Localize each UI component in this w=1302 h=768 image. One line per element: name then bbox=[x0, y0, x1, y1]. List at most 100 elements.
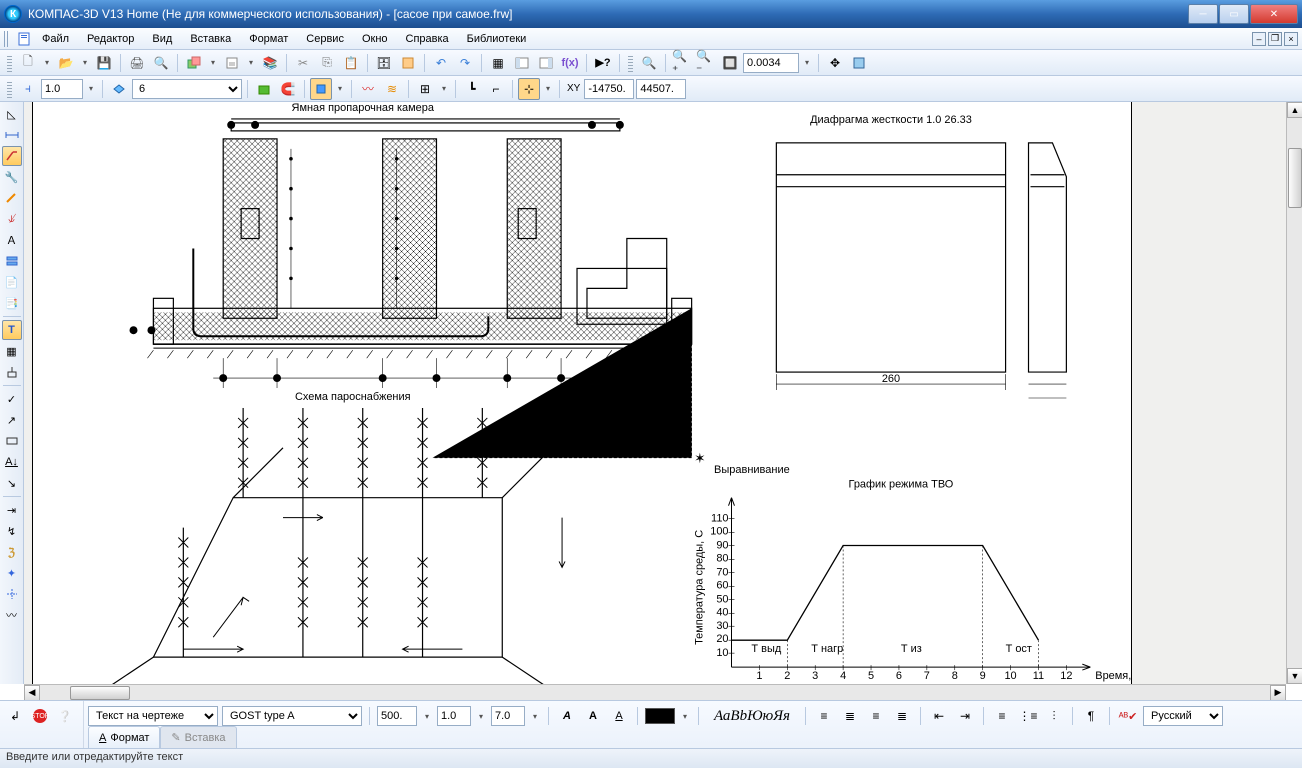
ortho-button[interactable]: ⫞ bbox=[17, 78, 39, 100]
drawing-canvas[interactable]: Ямная пропарочная камера bbox=[24, 102, 1302, 684]
layer-select[interactable]: 6 bbox=[132, 79, 242, 99]
arrow-icon[interactable]: ↘ bbox=[2, 473, 22, 493]
grip-icon[interactable] bbox=[7, 54, 12, 72]
grid-button[interactable]: ▦ bbox=[487, 52, 509, 74]
mdi-minimize[interactable]: – bbox=[1252, 32, 1266, 46]
redo-button[interactable]: ↷ bbox=[454, 52, 476, 74]
undo-button[interactable]: ↶ bbox=[430, 52, 452, 74]
base-tool-icon[interactable] bbox=[2, 362, 22, 382]
param-button[interactable]: ≋ bbox=[381, 78, 403, 100]
round-toggle[interactable]: ⌐ bbox=[485, 78, 507, 100]
font-select[interactable]: GOST type A bbox=[222, 706, 362, 726]
rough-icon[interactable]: ✓ bbox=[2, 389, 22, 409]
height-input[interactable] bbox=[491, 706, 525, 726]
zoom-in-button[interactable]: 🔍⁺ bbox=[671, 52, 693, 74]
modif-icon[interactable]: A↓ bbox=[2, 452, 22, 472]
save-button[interactable]: 💾 bbox=[93, 52, 115, 74]
copy-button[interactable]: ⎘ bbox=[316, 52, 338, 74]
bold-button[interactable]: A bbox=[556, 705, 578, 727]
library-button[interactable]: 📚 bbox=[259, 52, 281, 74]
properties-button[interactable]: 🗄 bbox=[373, 52, 395, 74]
indent-right-button[interactable]: ⇥ bbox=[954, 705, 976, 727]
lang-select[interactable]: Русский bbox=[1143, 706, 1223, 726]
new-button[interactable]: 🗋 bbox=[17, 52, 39, 74]
spec-icon[interactable]: 📄 bbox=[2, 272, 22, 292]
variables-button[interactable]: f(x) bbox=[559, 52, 581, 74]
cut-button[interactable]: ✂ bbox=[292, 52, 314, 74]
designations-icon[interactable] bbox=[2, 146, 22, 166]
open-dropdown[interactable]: ▾ bbox=[79, 58, 91, 67]
grip-icon[interactable] bbox=[7, 80, 12, 98]
scroll-down-icon[interactable]: ▼ bbox=[1287, 668, 1302, 684]
tab-insert[interactable]: ✎ Вставка bbox=[160, 726, 236, 748]
menu-window[interactable]: Окно bbox=[354, 31, 396, 47]
spellcheck-button[interactable]: ᴬᴮ✔ bbox=[1117, 705, 1139, 727]
refresh-button[interactable] bbox=[848, 52, 870, 74]
construction-icon[interactable]: 🔧 bbox=[2, 167, 22, 187]
list-bullet-button[interactable]: ⋮≡ bbox=[1017, 705, 1039, 727]
menu-help[interactable]: Справка bbox=[398, 31, 457, 47]
open-button[interactable]: 📂 bbox=[55, 52, 77, 74]
sheet-button[interactable] bbox=[221, 52, 243, 74]
grip-icon[interactable] bbox=[628, 54, 633, 72]
align-center-button[interactable]: ≣ bbox=[839, 705, 861, 727]
layer-state-button[interactable] bbox=[108, 78, 130, 100]
menu-format[interactable]: Формат bbox=[241, 31, 296, 47]
snap-button[interactable] bbox=[310, 78, 332, 100]
menu-file[interactable]: Файл bbox=[34, 31, 77, 47]
reports-icon[interactable]: 📑 bbox=[2, 293, 22, 313]
preview-button[interactable]: 🔍 bbox=[150, 52, 172, 74]
brand-icon[interactable] bbox=[2, 431, 22, 451]
cutline-icon[interactable]: ⇥ bbox=[2, 500, 22, 520]
menu-insert[interactable]: Вставка bbox=[182, 31, 239, 47]
zoom-step-input[interactable] bbox=[743, 53, 799, 73]
italic-button[interactable]: A bbox=[582, 705, 604, 727]
text-color-swatch[interactable] bbox=[645, 708, 675, 724]
select-button[interactable] bbox=[397, 52, 419, 74]
text-tool-icon[interactable]: T bbox=[2, 320, 22, 340]
scroll-thumb[interactable] bbox=[70, 686, 130, 700]
measure-icon[interactable]: Ａ bbox=[2, 230, 22, 250]
color-button[interactable] bbox=[253, 78, 275, 100]
geometry-icon[interactable]: ◺ bbox=[2, 104, 22, 124]
lineweight-input[interactable] bbox=[41, 79, 83, 99]
viewarrow-icon[interactable]: ↯ bbox=[2, 521, 22, 541]
wave-icon[interactable]: 〰 bbox=[2, 605, 22, 625]
panel1-button[interactable] bbox=[511, 52, 533, 74]
zoom-out-button[interactable]: 🔍⁻ bbox=[695, 52, 717, 74]
coord-x-input[interactable] bbox=[584, 79, 634, 99]
doc-icon[interactable] bbox=[16, 31, 32, 47]
coord-y-input[interactable] bbox=[636, 79, 686, 99]
scroll-up-icon[interactable]: ▲ bbox=[1287, 102, 1302, 118]
print-button[interactable]: 🖨 bbox=[126, 52, 148, 74]
panel2-button[interactable] bbox=[535, 52, 557, 74]
align-justify-button[interactable]: ≣ bbox=[891, 705, 913, 727]
horizontal-scrollbar[interactable]: ◀ ▶ bbox=[24, 684, 1286, 700]
list-misc-button[interactable]: ⫶ bbox=[1043, 705, 1065, 727]
remote-icon[interactable]: ℨ bbox=[2, 542, 22, 562]
lcs-button[interactable]: ⊹ bbox=[518, 78, 540, 100]
tab-format[interactable]: A Формат bbox=[88, 726, 160, 748]
mdi-restore[interactable]: ❐ bbox=[1268, 32, 1282, 46]
menu-libraries[interactable]: Библиотеки bbox=[459, 31, 535, 47]
help-button[interactable]: ❔ bbox=[54, 705, 76, 727]
size-input[interactable] bbox=[377, 706, 417, 726]
zoom-fit-button[interactable]: 🔍 bbox=[638, 52, 660, 74]
ortho-toggle[interactable]: ┗ bbox=[461, 78, 483, 100]
menu-service[interactable]: Сервис bbox=[298, 31, 352, 47]
maximize-button[interactable]: ▭ bbox=[1219, 4, 1249, 24]
leader-icon[interactable]: ↗ bbox=[2, 410, 22, 430]
select-tools-icon[interactable] bbox=[2, 251, 22, 271]
scroll-thumb[interactable] bbox=[1288, 148, 1302, 208]
help-cursor-button[interactable]: ▶? bbox=[592, 52, 614, 74]
paste-button[interactable]: 📋 bbox=[340, 52, 362, 74]
stretch-input[interactable] bbox=[437, 706, 471, 726]
vertical-scrollbar[interactable]: ▲ ▼ bbox=[1286, 102, 1302, 684]
zoom-window-button[interactable]: 🔲 bbox=[719, 52, 741, 74]
scroll-left-icon[interactable]: ◀ bbox=[24, 685, 40, 701]
minimize-button[interactable]: ─ bbox=[1188, 4, 1218, 24]
pan-button[interactable]: ✥ bbox=[824, 52, 846, 74]
close-button[interactable]: ✕ bbox=[1250, 4, 1298, 24]
indent-left-button[interactable]: ⇤ bbox=[928, 705, 950, 727]
align-left-button[interactable]: ≡ bbox=[813, 705, 835, 727]
